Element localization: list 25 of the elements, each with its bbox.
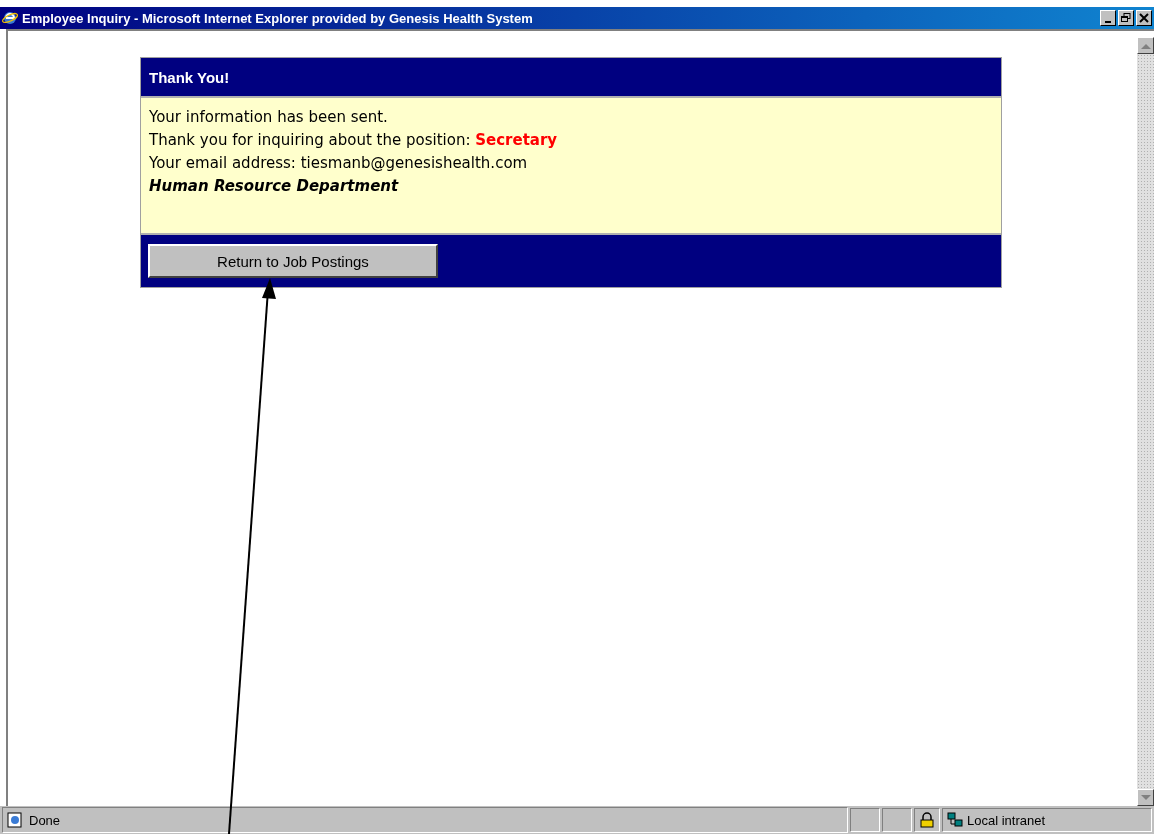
message-text: Your email address: tiesmanb@genesishealth.com [149,153,529,174]
browser-logo-icon [2,10,18,26]
page-icon [7,812,23,828]
zone-text: Local intranet [967,812,1046,828]
lock-icon [919,812,935,828]
close-button[interactable] [1136,10,1152,26]
scroll-up-button[interactable] [1137,37,1154,54]
status-pane [850,808,880,832]
status-pane [882,808,912,832]
signature-text: Human Resource Department [149,176,400,197]
down-arrow-icon [1140,794,1151,801]
network-icon [947,812,963,828]
up-arrow-icon [1140,42,1151,49]
card-title: Thank You! [149,68,230,86]
scroll-down-button[interactable] [1137,789,1154,806]
close-icon [1139,13,1149,23]
return-button[interactable]: Return to Job Postings [148,244,438,278]
message-text: Your information has been sent. [149,107,389,128]
restore-icon [1121,13,1131,23]
window-title: Employee Inquiry - Microsoft Internet Explorer provided by Genesis Health System [22,10,534,26]
maximize-button[interactable] [1118,10,1134,26]
status-text: Done [29,812,61,828]
message-text: Thank you for inquiring about the position: Secretary [149,130,559,151]
minimize-icon [1105,20,1111,23]
minimize-button[interactable] [1100,10,1116,26]
